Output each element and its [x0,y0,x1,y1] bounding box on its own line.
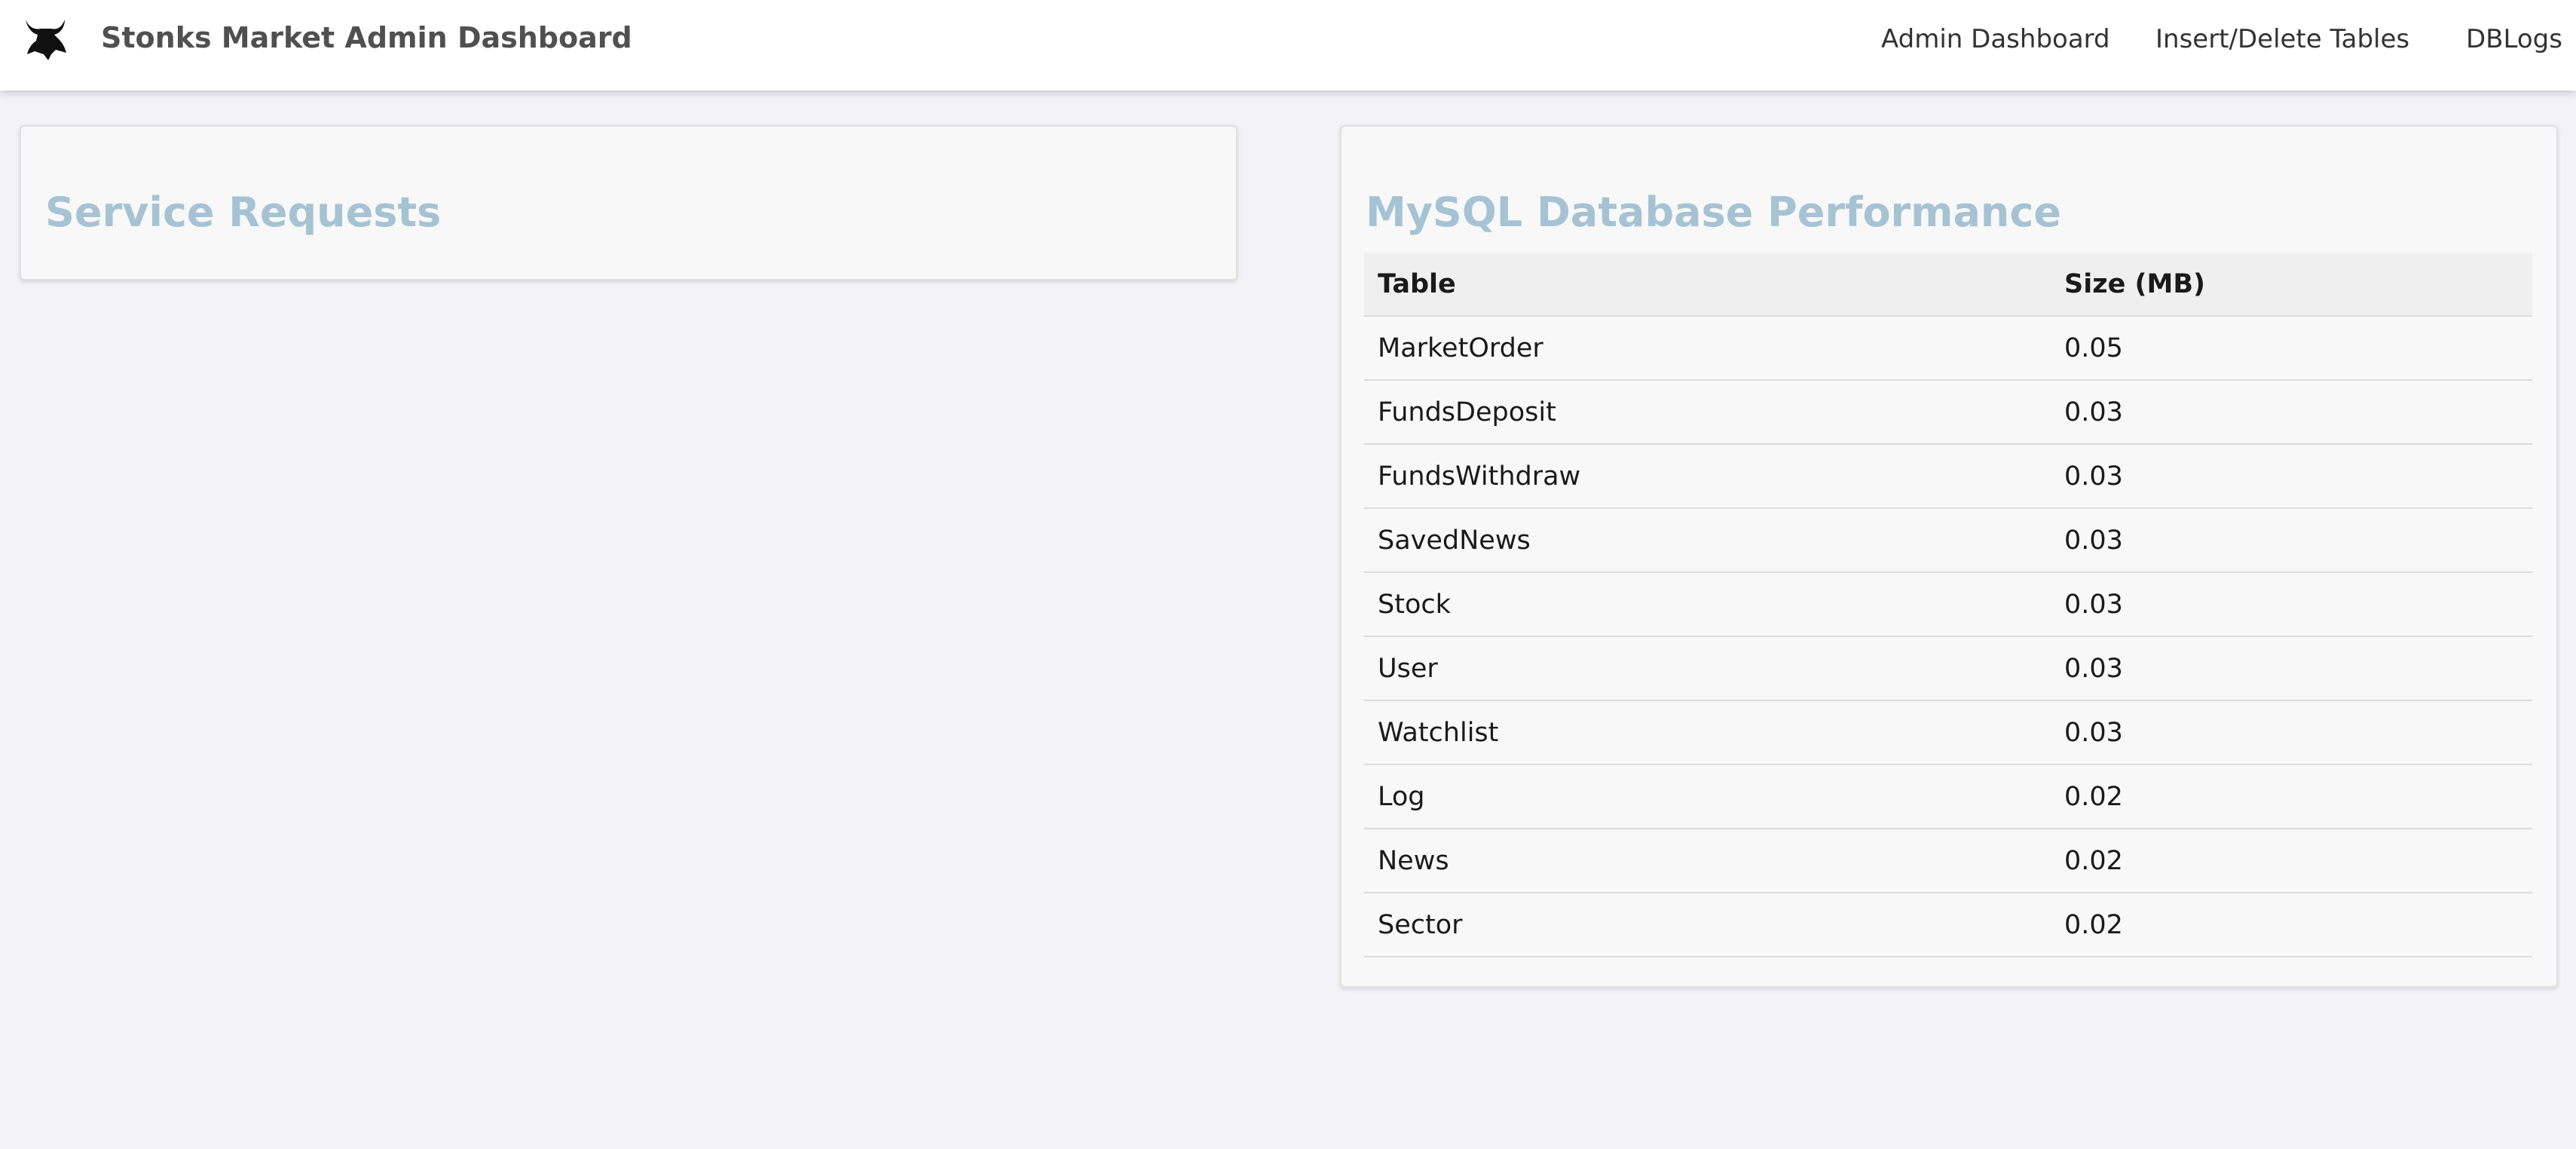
service-requests-card: Service Requests [20,125,1238,280]
table-header-row: Table Size (MB) [1364,253,2532,317]
table-size-cell: 0.03 [2051,700,2532,765]
table-row: User 0.03 [1364,636,2532,701]
column-header-size: Size (MB) [2051,253,2532,317]
nav-link-admin-dashboard[interactable]: Admin Dashboard [1881,24,2110,54]
table-row: Log 0.02 [1364,764,2532,829]
table-size-cell: 0.03 [2051,572,2532,637]
column-header-table: Table [1364,253,2051,317]
table-size-cell: 0.05 [2051,316,2532,381]
table-row: News 0.02 [1364,829,2532,893]
table-name-cell: FundsDeposit [1364,380,2051,445]
table-size-cell: 0.02 [2051,764,2532,829]
table-row: FundsDeposit 0.03 [1364,380,2532,445]
table-name-cell: Stock [1364,572,2051,637]
table-size-cell: 0.03 [2051,444,2532,509]
service-requests-title: Service Requests [45,188,442,236]
table-size-cell: 0.03 [2051,508,2532,573]
table-name-cell: Sector [1364,893,2051,958]
table-name-cell: FundsWithdraw [1364,444,2051,509]
table-size-cell: 0.02 [2051,829,2532,893]
table-row: SavedNews 0.03 [1364,508,2532,573]
nav-link-insert-delete-tables[interactable]: Insert/Delete Tables [2155,24,2409,54]
table-row: Stock 0.03 [1364,572,2532,637]
table-row: Sector 0.02 [1364,893,2532,958]
bull-logo-icon[interactable] [21,17,69,60]
table-name-cell: Watchlist [1364,700,2051,765]
table-row: FundsWithdraw 0.03 [1364,444,2532,509]
table-name-cell: News [1364,829,2051,893]
table-size-cell: 0.02 [2051,893,2532,958]
db-performance-table: Table Size (MB) MarketOrder 0.05 FundsDe… [1364,253,2532,958]
table-size-cell: 0.03 [2051,636,2532,701]
db-performance-card: MySQL Database Performance Table Size (M… [1340,125,2558,988]
table-row: MarketOrder 0.05 [1364,316,2532,381]
top-navbar: Stonks Market Admin Dashboard Admin Dash… [0,0,2576,90]
table-name-cell: Log [1364,764,2051,829]
nav-link-dblogs[interactable]: DBLogs [2466,24,2562,54]
table-size-cell: 0.03 [2051,380,2532,445]
db-performance-title: MySQL Database Performance [1366,188,2061,236]
brand-title[interactable]: Stonks Market Admin Dashboard [101,21,632,54]
table-name-cell: SavedNews [1364,508,2051,573]
table-name-cell: User [1364,636,2051,701]
table-row: Watchlist 0.03 [1364,700,2532,765]
table-name-cell: MarketOrder [1364,316,2051,381]
